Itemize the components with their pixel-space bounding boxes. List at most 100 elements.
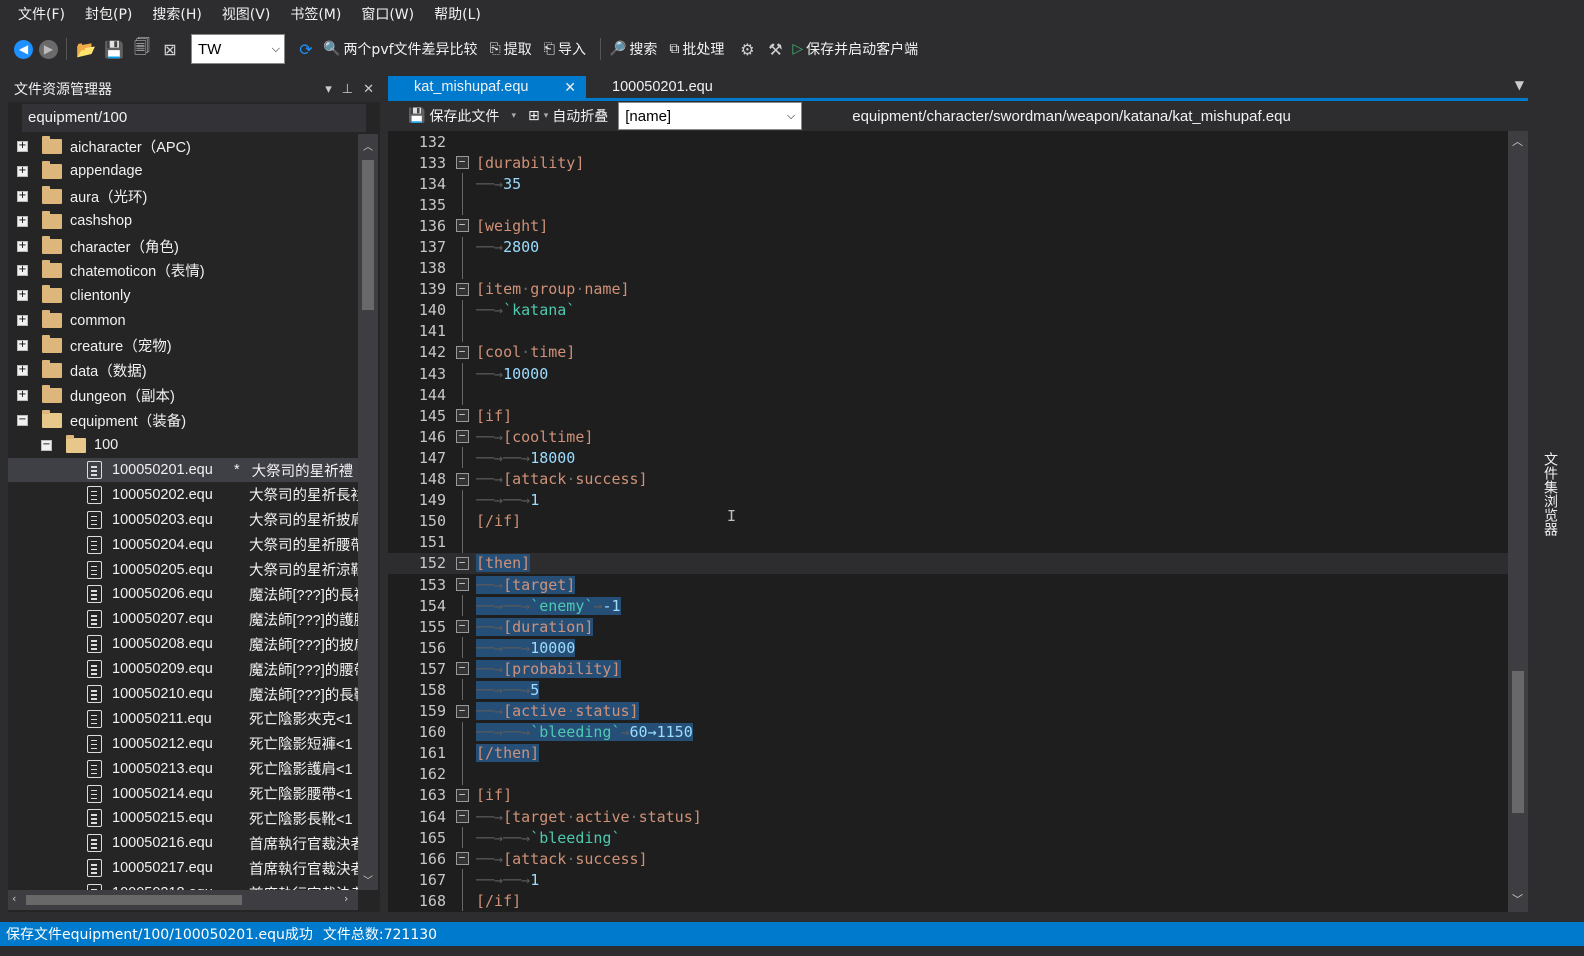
tree-file-row[interactable]: 100050208.equ 魔法師[???]的披肩 <box>8 632 358 657</box>
code-line[interactable]: 133− [durability] <box>388 152 1508 173</box>
code-line[interactable]: 134 ──→35 <box>388 173 1508 195</box>
code-line[interactable]: 158 ──→──→5 <box>388 679 1508 701</box>
tools-icon[interactable]: ⚙ <box>736 38 758 60</box>
tree-file-row[interactable]: 100050211.equ 死亡陰影夾克<1 <box>8 706 358 731</box>
code-line[interactable]: 140 ──→`katana` <box>388 299 1508 321</box>
code-line[interactable]: 153− ──→[target] <box>388 574 1508 595</box>
tree-file-row[interactable]: 100050209.equ 魔法師[???]的腰帶 <box>8 657 358 682</box>
scroll-thumb[interactable] <box>362 160 374 310</box>
code-line[interactable]: 163− [if] <box>388 785 1508 806</box>
close-icon[interactable]: ✕ <box>363 82 374 97</box>
menu-item[interactable]: 搜索(H) <box>142 0 211 30</box>
code-line[interactable]: 164− ──→[target·active·status] <box>388 806 1508 827</box>
code-line[interactable]: 166− ──→[attack·success] <box>388 848 1508 869</box>
tree-file-row[interactable]: 100050210.equ 魔法師[???]的長靴 <box>8 682 358 707</box>
settings-icon[interactable]: ⚒ <box>764 38 786 60</box>
expand-icon[interactable]: + <box>17 140 28 152</box>
expand-icon[interactable]: + <box>17 190 28 202</box>
code-line[interactable]: 143 ──→10000 <box>388 363 1508 385</box>
code-line[interactable]: 136− [weight] <box>388 215 1508 236</box>
scroll-left-icon[interactable]: ‹ <box>12 892 16 905</box>
save-all-icon[interactable]: 🗐 <box>131 37 153 60</box>
code-line[interactable]: 148− ──→[attack·success] <box>388 469 1508 490</box>
menu-item[interactable]: 文件(F) <box>8 0 75 30</box>
tree-folder-row[interactable]: − equipment（装备) <box>8 408 358 433</box>
code-line[interactable]: 151 <box>388 531 1508 553</box>
file-collection-browser-tab[interactable]: 文件集浏览器 <box>1536 76 1560 912</box>
fold-toggle-icon[interactable]: − <box>455 704 469 718</box>
back-icon[interactable]: ◀ <box>14 39 33 59</box>
expand-icon[interactable]: + <box>17 215 28 227</box>
tree-folder-row[interactable]: + clientonly <box>8 283 358 308</box>
chevron-down-icon[interactable]: ▾ <box>544 111 549 121</box>
menu-item[interactable]: 视图(V) <box>212 0 281 30</box>
menu-item[interactable]: 封包(P) <box>75 0 142 30</box>
expand-icon[interactable]: + <box>17 290 28 302</box>
open-folder-icon[interactable]: 📂 <box>75 38 97 60</box>
fold-toggle-icon[interactable]: − <box>455 788 469 802</box>
fold-toggle-icon[interactable]: − <box>455 852 469 866</box>
compare-button[interactable]: 🔍 两个pvf文件差异比较 <box>323 39 478 59</box>
code-line[interactable]: 168 [/if] <box>388 890 1508 912</box>
collapse-icon[interactable]: − <box>17 414 28 426</box>
save-launch-button[interactable]: ▷ 保存并启动客户端 <box>792 39 918 59</box>
tree-folder-row[interactable]: + cashshop <box>8 209 358 234</box>
tree-file-row[interactable]: 100050206.equ 魔法師[???]的長袍 <box>8 582 358 607</box>
code-line[interactable]: 137 ──→2800 <box>388 236 1508 258</box>
tab-list-dropdown-icon[interactable]: ▼ <box>1515 78 1524 92</box>
tree-folder-row[interactable]: + aicharacter（APC) <box>8 134 358 159</box>
tree-file-row[interactable]: 100050212.equ 死亡陰影短褲<1 <box>8 731 358 756</box>
expand-icon[interactable]: + <box>17 315 28 327</box>
expand-icon[interactable]: + <box>17 364 28 376</box>
code-line[interactable]: 150 [/if] <box>388 510 1508 532</box>
chevron-down-icon[interactable]: ▾ <box>511 111 516 121</box>
menu-item[interactable]: 窗口(W) <box>351 0 424 30</box>
close-icon[interactable]: ✕ <box>564 79 576 96</box>
scroll-thumb[interactable] <box>26 895 242 905</box>
tree-file-row[interactable]: 100050204.equ 大祭司的星祈腰帶 <box>8 532 358 557</box>
tree-file-row[interactable]: 100050215.equ 死亡陰影長靴<1 <box>8 806 358 831</box>
collapse-icon[interactable]: − <box>41 439 52 451</box>
code-line[interactable]: 162 <box>388 763 1508 785</box>
scroll-down-icon[interactable]: ﹀ <box>358 872 378 887</box>
code-line[interactable]: 135 <box>388 194 1508 216</box>
code-line[interactable]: 139− [item·group·name] <box>388 279 1508 300</box>
scroll-down-icon[interactable]: ﹀ <box>1512 891 1523 907</box>
tree-horizontal-scrollbar[interactable]: ‹ › <box>8 890 358 910</box>
code-line[interactable]: 142− [cool·time] <box>388 342 1508 363</box>
tree-file-row[interactable]: 100050216.equ 首席執行官裁決者 <box>8 831 358 856</box>
tree-file-row[interactable]: 100050202.equ 大祭司的星祈長衫 <box>8 482 358 507</box>
scroll-right-icon[interactable]: › <box>344 892 348 905</box>
tree-file-row[interactable]: 100050207.equ 魔法師[???]的護腿 <box>8 607 358 632</box>
tree-folder-row[interactable]: + common <box>8 308 358 333</box>
fold-toggle-icon[interactable]: − <box>455 620 469 634</box>
code-line[interactable]: 165 ──→──→`bleeding` <box>388 827 1508 849</box>
expand-icon[interactable]: + <box>17 389 28 401</box>
fold-toggle-icon[interactable]: − <box>455 578 469 592</box>
fold-toggle-icon[interactable]: − <box>455 282 469 296</box>
tree-folder-row[interactable]: − 100 <box>8 433 358 458</box>
code-line[interactable]: 167 ──→──→1 <box>388 869 1508 891</box>
expand-icon[interactable]: + <box>17 265 28 277</box>
search-button[interactable]: 🔎 搜索 <box>609 39 657 59</box>
code-line[interactable]: 160 ──→──→`bleeding`→60→1150 <box>388 721 1508 743</box>
code-line[interactable]: 157− ──→[probability] <box>388 658 1508 679</box>
code-line[interactable]: 144 <box>388 384 1508 406</box>
code-line[interactable]: 152− [then] <box>388 552 1508 574</box>
tree-file-row[interactable]: 100050218.equ首席執行官裁決者 <box>8 881 358 890</box>
tab-kat-mishupaf[interactable]: kat_mishupaf.equ ✕ <box>388 76 586 98</box>
fold-toggle-icon[interactable]: − <box>455 472 469 486</box>
code-line[interactable]: 132 <box>388 131 1508 152</box>
editor-vertical-scrollbar[interactable]: ︿ ﹀ <box>1508 131 1528 912</box>
pin-icon[interactable]: ⊥ <box>342 82 353 97</box>
fold-toggle-icon[interactable]: − <box>455 219 469 233</box>
menu-item[interactable]: 帮助(L) <box>424 0 491 30</box>
tree-file-row[interactable]: 100050217.equ 首席執行官裁決者 <box>8 856 358 881</box>
tree-folder-row[interactable]: + chatemoticon（表情) <box>8 258 358 283</box>
code-line[interactable]: 159− ──→[active·status] <box>388 701 1508 722</box>
expand-icon[interactable]: + <box>17 240 28 252</box>
code-line[interactable]: 155− ──→[duration] <box>388 616 1508 637</box>
tree-file-row[interactable]: 100050213.equ 死亡陰影護肩<1 <box>8 756 358 781</box>
tree-folder-row[interactable]: + character（角色) <box>8 234 358 259</box>
tree-folder-row[interactable]: + data（数据) <box>8 358 358 383</box>
